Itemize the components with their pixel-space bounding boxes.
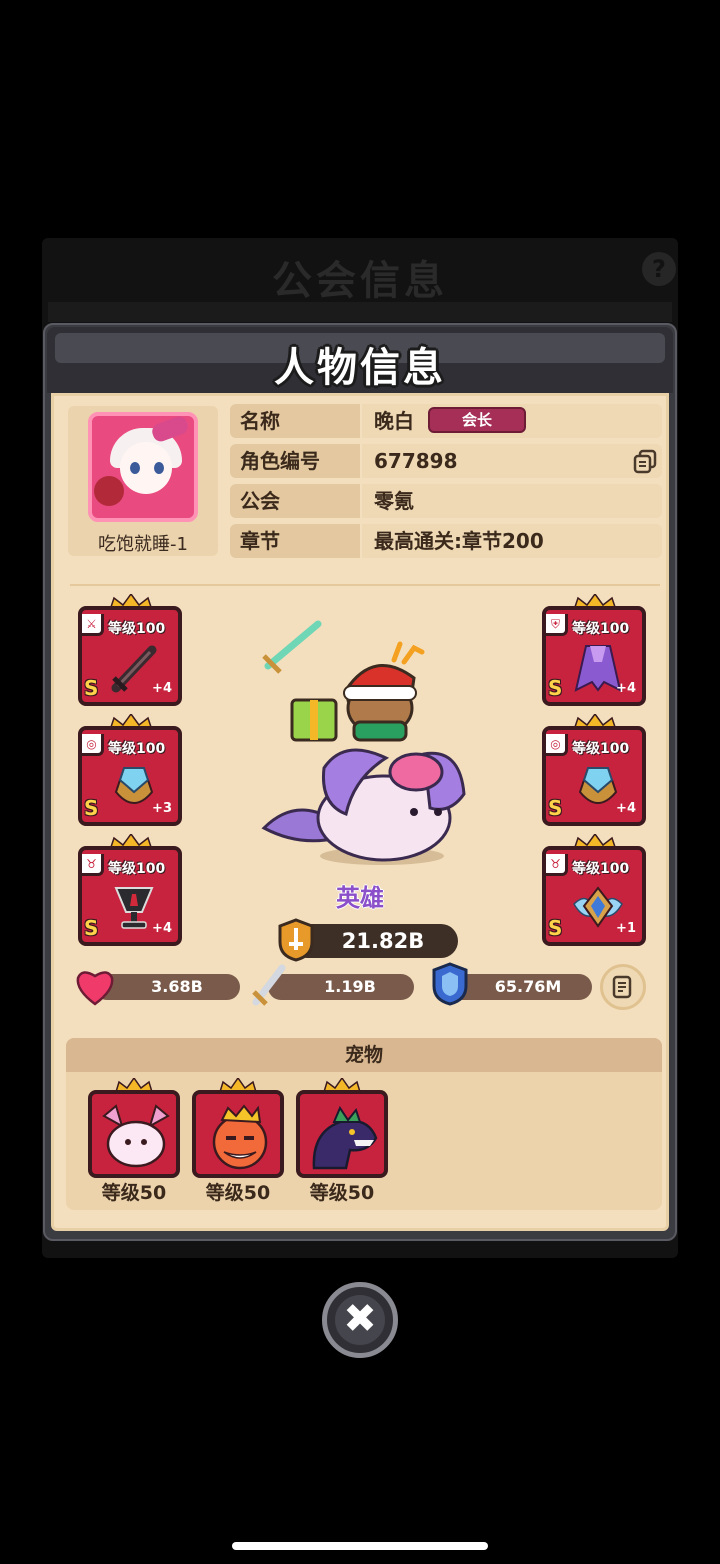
equip-grade: S [84,916,99,940]
divider [70,584,660,586]
pets-title: 宠物 [66,1038,662,1072]
info-label: 公会 [230,484,360,518]
info-label: 角色编号 [230,444,360,478]
sword-icon [252,964,286,1006]
player-name: 晚白 [374,409,414,433]
info-row-name: 名称 晚白 会长 [230,404,662,438]
dialog-body: 吃饱就睡-1 名称 晚白 会长 角色编号 677898 公会 零氪 章节 最高通… [51,393,669,1231]
info-value-chapter: 最高通关:章节200 [362,524,662,558]
avatar-card[interactable]: 吃饱就睡-1 [68,406,218,556]
ring-slot-icon: ◎ [82,734,104,756]
equip-level: 等级100 [572,741,630,757]
equip-grade: S [548,796,563,820]
equip-slot-weapon[interactable]: ⚔ 等级100 S +4 [78,594,182,706]
equip-level: 等级100 [108,861,166,877]
document-icon [612,975,632,999]
equip-level: 等级100 [108,741,166,757]
question-icon: ? [642,252,676,286]
weapon-slot-icon: ⚔ [82,614,104,636]
equip-grade: S [548,676,563,700]
equip-level: 等级100 [572,861,630,877]
amulet-slot-icon: ♉ [546,854,568,876]
home-indicator[interactable] [232,1542,488,1550]
guild-title: 公会信息 [272,258,448,304]
pet-slot-1[interactable]: 等级50 [88,1078,180,1204]
equip-enhance: +3 [152,801,172,816]
pink-cat-pet-icon [102,1104,170,1168]
amulet-slot-icon: ♉ [82,854,104,876]
info-row-chapter: 章节 最高通关:章节200 [230,524,662,558]
equip-enhance: +4 [152,921,172,936]
info-label: 章节 [230,524,360,558]
dark-dino-pet-icon [312,1105,378,1170]
king-pet-icon [212,1104,268,1170]
equip-enhance: +4 [616,681,636,696]
dialog-header: 人物信息 [47,327,673,393]
defense-value: 65.76M [494,977,562,996]
hero-name: 英雄 [336,884,384,912]
hp-value: 3.68B [151,977,203,996]
armor-slot-icon: ⛨ [546,614,568,636]
avatar-frame-name: 吃饱就睡-1 [98,534,188,555]
close-button[interactable]: ✖ [322,1282,398,1358]
info-value-name: 晚白 会长 [362,404,662,438]
pet-level: 等级50 [205,1182,271,1204]
info-label: 名称 [230,404,360,438]
close-icon: ✖ [335,1295,385,1345]
avatar [88,412,198,522]
guild-panel-strip [48,302,672,322]
attack-value: 1.19B [324,977,376,996]
pet-slot-3[interactable]: 等级50 [296,1078,388,1204]
heart-icon [76,971,114,1006]
equip-level: 等级100 [108,621,166,637]
info-value-guild: 零氪 [362,484,662,518]
pets-panel: 宠物 等级50 等级50 等级50 [66,1038,662,1210]
info-row-id: 角色编号 677898 [230,444,662,478]
info-value-id: 677898 [362,444,662,478]
info-row-guild: 公会 零氪 [230,484,662,518]
role-badge: 会长 [428,407,526,433]
stats-detail-button[interactable] [600,964,646,1010]
pet-slot-2[interactable]: 等级50 [192,1078,284,1204]
hero-character[interactable] [254,618,484,878]
equip-slot-armor[interactable]: ⛨ 等级100 S +4 [542,594,646,706]
pet-level: 等级50 [101,1182,167,1204]
screen: { "background": { "guild_title": "公会信息",… [0,0,720,1564]
pet-level: 等级50 [309,1182,375,1204]
equip-enhance: +4 [616,801,636,816]
equip-grade: S [84,676,99,700]
equip-slot-ring-2[interactable]: ◎ 等级100 S +4 [542,714,646,826]
equip-grade: S [548,916,563,940]
power-value: 21.82B [341,929,425,953]
equip-enhance: +1 [616,921,636,936]
ring-slot-icon: ◎ [546,734,568,756]
copy-icon[interactable] [632,448,658,474]
equip-slot-ring[interactable]: ◎ 等级100 S +3 [78,714,182,826]
equip-grade: S [84,796,99,820]
equip-level: 等级100 [572,621,630,637]
dialog-title: 人物信息 [274,345,446,391]
player-id: 677898 [374,449,458,473]
character-info-dialog: 人物信息 吃饱就睡-1 名称 晚白 会长 角色编号 677898 公会 零氪 章… [43,323,677,1241]
equip-enhance: +4 [152,681,172,696]
